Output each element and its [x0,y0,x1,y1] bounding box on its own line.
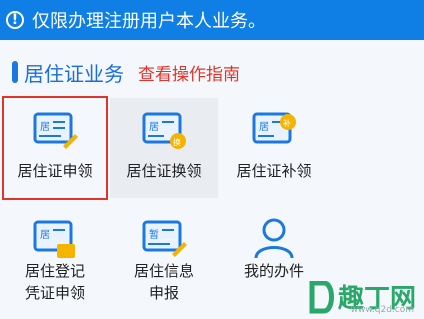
section-accent-bar [12,61,18,83]
service-label: 居住证申领 [17,162,93,180]
svg-text:居: 居 [259,121,269,133]
svg-text:补: 补 [283,118,291,128]
notice-text: 仅限办理注册用户本人业务。 [32,11,266,32]
service-label: 居住证补领 [236,162,312,180]
user-profile-icon [254,218,294,259]
svg-text:居: 居 [149,121,159,133]
id-card-pen-icon: 居 [33,112,78,149]
service-label: 居住证换领 [126,162,202,180]
service-residence-registration-apply[interactable]: 居 居住登记 凭证申领 [2,206,108,316]
notice-banner: ! 仅限办理注册用户本人业务。 [0,0,424,40]
service-residence-permit-reissue[interactable]: 居 补 居住证补领 [220,98,328,198]
section-header: 居住证业务 查看操作指南 [0,52,424,92]
watermark: 趣丁网 www.q2d.com [308,278,416,315]
info-icon: ! [6,11,24,29]
section-title: 居住证业务 [24,61,124,86]
watermark-url: www.q2d.com [350,305,414,315]
service-residence-info-report[interactable]: 暂 居住信息 申报 [110,206,218,306]
temporary-card-pen-icon: 暂 [142,220,187,257]
service-residence-permit-exchange[interactable]: 居 换 居住证换领 [110,98,218,198]
svg-text:居: 居 [40,121,50,133]
id-card-reissue-icon: 居 补 [252,112,296,144]
service-label: 居住登记 凭证申领 [24,262,85,302]
id-card-register-icon: 居 [33,220,75,258]
watermark-logo [309,281,334,314]
service-residence-permit-apply[interactable]: 居 居住证申领 [2,96,108,200]
guide-link[interactable]: 查看操作指南 [138,60,240,85]
svg-text:换: 换 [173,137,181,147]
svg-text:暂: 暂 [149,229,159,241]
svg-text:居: 居 [40,229,50,241]
service-label: 居住信息 申报 [133,262,194,302]
id-card-exchange-icon: 居 换 [142,112,186,149]
